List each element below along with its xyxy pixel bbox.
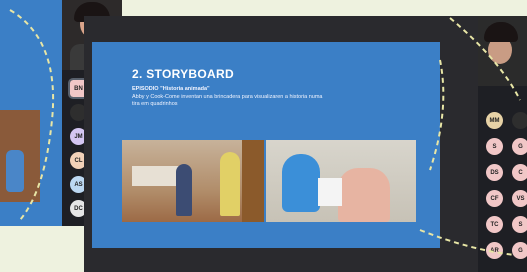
child-figure	[282, 154, 320, 212]
slide-body-line: Abby y Cook-Come inventan una brincadera…	[132, 94, 323, 100]
left-shared-slide	[0, 0, 64, 226]
child-figure	[220, 152, 240, 216]
child-figure	[338, 168, 390, 222]
participant-avatar[interactable]: TC	[486, 216, 503, 233]
participant-avatar[interactable]: S	[512, 216, 527, 233]
storybook-image	[318, 178, 342, 206]
participant-avatar[interactable]: MM	[486, 112, 503, 129]
participant-avatar[interactable]: G	[512, 242, 527, 259]
participant-avatar[interactable]: S	[486, 138, 503, 155]
participant-hair	[484, 22, 518, 42]
child-figure	[176, 164, 192, 216]
storyboard-photo-right	[266, 140, 416, 222]
slide-body-line: tira em quadrinhos	[132, 101, 178, 107]
door	[242, 140, 264, 222]
participant-avatar[interactable]	[512, 112, 527, 129]
storyboard-photo-left	[122, 140, 264, 222]
water-bottle-image	[6, 150, 24, 192]
participant-video[interactable]	[478, 16, 527, 86]
participant-avatar[interactable]: AR	[486, 242, 503, 259]
participant-avatar[interactable]: C	[512, 164, 527, 181]
participant-avatar[interactable]: G	[512, 138, 527, 155]
participant-avatar[interactable]: VS	[512, 190, 527, 207]
slide-title: 2. STORYBOARD	[132, 67, 234, 81]
participant-avatar[interactable]: CF	[486, 190, 503, 207]
slide-subtitle: EPISODIO "Historia animada"	[132, 86, 210, 92]
participant-avatar[interactable]: DS	[486, 164, 503, 181]
